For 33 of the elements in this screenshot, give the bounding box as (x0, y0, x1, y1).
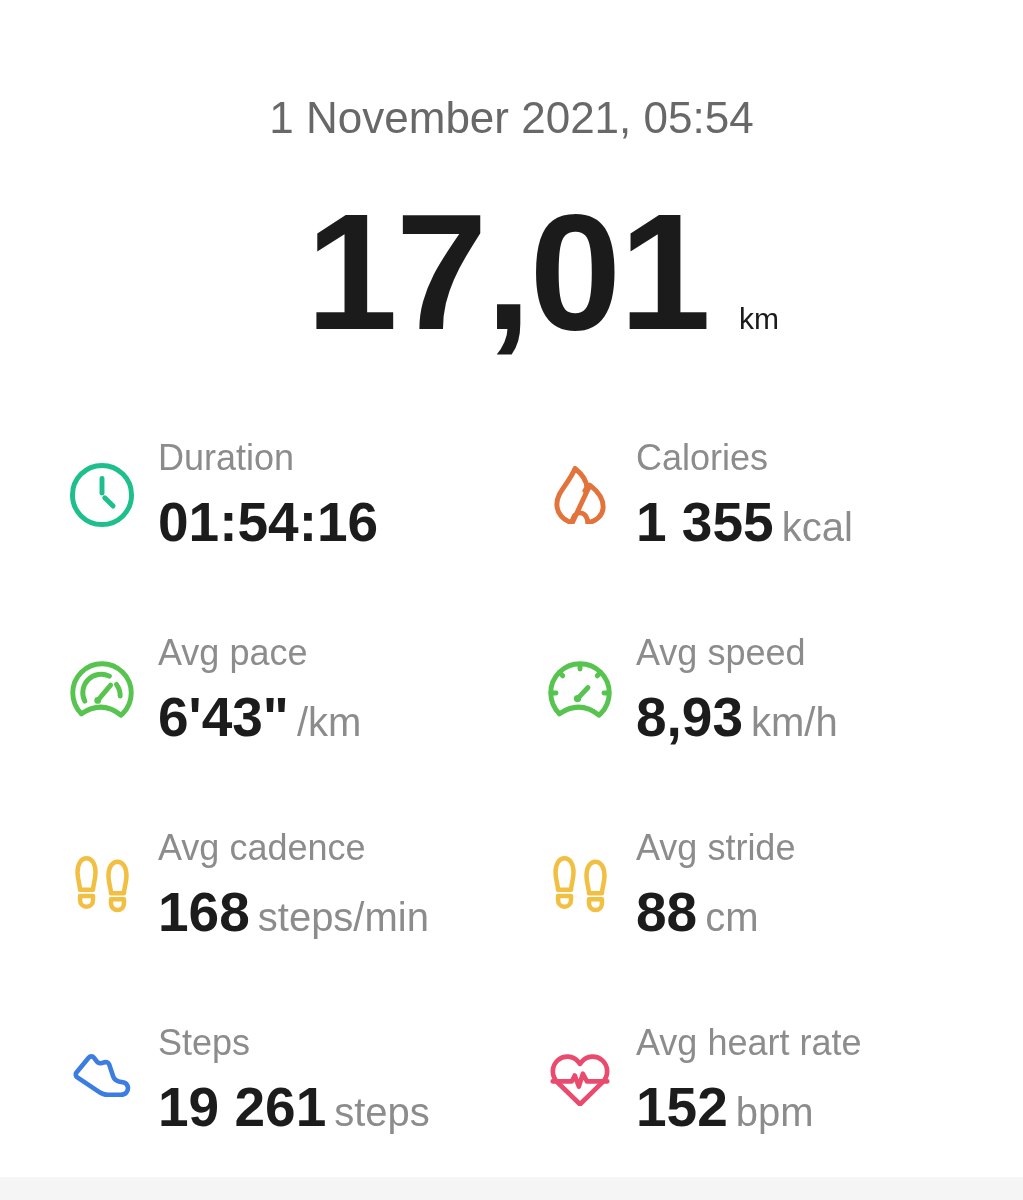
stat-label: Avg stride (636, 826, 796, 869)
stat-value: 19 261 (158, 1076, 327, 1139)
gauge-icon (70, 661, 134, 719)
footprints-icon (553, 856, 607, 914)
stat-unit: bpm (735, 1089, 814, 1136)
distance-value: 17,01 (306, 190, 709, 355)
stat-unit: cm (705, 894, 759, 941)
stat-value: 88 (636, 881, 698, 944)
heart-rate-icon (548, 1054, 612, 1106)
stat-label: Avg cadence (158, 826, 366, 869)
stat-label: Duration (158, 436, 295, 479)
footprints-icon (75, 856, 129, 914)
activity-date: 1 November 2021, 05:54 (269, 92, 754, 144)
clock-icon (70, 463, 134, 527)
stat-label: Steps (158, 1021, 251, 1064)
stat-unit: steps (334, 1089, 430, 1136)
stat-unit: kcal (781, 504, 853, 551)
stat-label: Avg pace (158, 631, 308, 674)
stat-unit: km/h (751, 699, 838, 746)
gauge-icon (548, 661, 612, 719)
stat-label: Calories (636, 436, 769, 479)
stat-value: 1 355 (636, 491, 774, 554)
stat-unit: steps/min (257, 894, 429, 941)
distance-unit: km (738, 301, 779, 337)
stat-label: Avg heart rate (636, 1021, 862, 1064)
stat-value: 168 (158, 881, 250, 944)
stat-value: 01:54:16 (158, 491, 379, 554)
stat-value: 152 (636, 1076, 728, 1139)
stat-unit: /km (296, 699, 362, 746)
stat-label: Avg speed (636, 631, 806, 674)
stat-value: 8,93 (636, 686, 744, 749)
stat-value: 6'43" (158, 686, 289, 749)
flame-icon (554, 466, 606, 524)
